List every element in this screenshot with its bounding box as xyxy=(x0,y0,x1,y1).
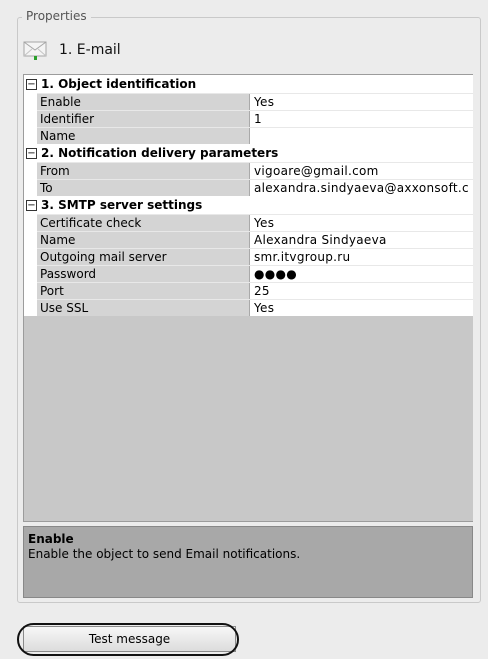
property-row-password[interactable]: Password ●●●● xyxy=(37,265,473,282)
property-value[interactable]: 25 xyxy=(249,283,473,299)
property-name: Name xyxy=(37,128,249,144)
section-title: 3. SMTP server settings xyxy=(41,198,203,212)
property-row-enable[interactable]: Enable Yes xyxy=(37,93,473,110)
property-value[interactable]: Yes xyxy=(249,94,473,110)
property-name: Enable xyxy=(37,94,249,110)
section-title: 1. Object identification xyxy=(41,77,197,91)
property-value[interactable]: vigoare@gmail.com xyxy=(249,163,473,179)
section-object-identification[interactable]: − 1. Object identification xyxy=(24,75,473,93)
property-row-to[interactable]: To alexandra.sindyaeva@axxonsoft.c xyxy=(37,179,473,196)
property-value[interactable]: smr.itvgroup.ru xyxy=(249,249,473,265)
property-name: Outgoing mail server xyxy=(37,249,249,265)
property-grid[interactable]: − 1. Object identification Enable Yes Id… xyxy=(23,74,473,522)
property-name: Port xyxy=(37,283,249,299)
property-row-certificate-check[interactable]: Certificate check Yes xyxy=(37,214,473,231)
collapse-icon[interactable]: − xyxy=(26,78,37,90)
property-row-use-ssl[interactable]: Use SSL Yes xyxy=(37,299,473,316)
collapse-icon[interactable]: − xyxy=(26,147,37,159)
property-name: Identifier xyxy=(37,111,249,127)
section-smtp-settings[interactable]: − 3. SMTP server settings xyxy=(24,196,473,214)
section-title: 2. Notification delivery parameters xyxy=(41,146,279,160)
property-value[interactable]: Alexandra Sindyaeva xyxy=(249,232,473,248)
property-name: Use SSL xyxy=(37,300,249,316)
property-name: Certificate check xyxy=(37,215,249,231)
property-value[interactable]: alexandra.sindyaeva@axxonsoft.c xyxy=(249,180,473,196)
property-row-outgoing-mail-server[interactable]: Outgoing mail server smr.itvgroup.ru xyxy=(37,248,473,265)
collapse-icon[interactable]: − xyxy=(26,199,37,211)
property-value[interactable]: 1 xyxy=(249,111,473,127)
description-text: Enable the object to send Email notifica… xyxy=(28,547,301,561)
property-row-identifier[interactable]: Identifier 1 xyxy=(37,110,473,127)
property-value[interactable]: ●●●● xyxy=(249,266,473,282)
test-message-button[interactable]: Test message xyxy=(23,626,236,652)
envelope-icon xyxy=(23,39,49,61)
description-panel: Enable Enable the object to send Email n… xyxy=(23,526,473,598)
description-title: Enable xyxy=(28,532,74,546)
property-name: Password xyxy=(37,266,249,282)
property-row-from[interactable]: From vigoare@gmail.com xyxy=(37,162,473,179)
property-row-name[interactable]: Name xyxy=(37,127,473,144)
object-header: 1. E-mail xyxy=(23,38,121,62)
property-name: Name xyxy=(37,232,249,248)
section-notification-delivery[interactable]: − 2. Notification delivery parameters xyxy=(24,144,473,162)
property-value[interactable]: Yes xyxy=(249,300,473,316)
object-title: 1. E-mail xyxy=(59,42,121,58)
property-name: To xyxy=(37,180,249,196)
property-name: From xyxy=(37,163,249,179)
property-row-smtp-name[interactable]: Name Alexandra Sindyaeva xyxy=(37,231,473,248)
property-row-port[interactable]: Port 25 xyxy=(37,282,473,299)
properties-legend: Properties xyxy=(22,9,91,23)
property-value[interactable]: Yes xyxy=(249,215,473,231)
property-value[interactable] xyxy=(249,128,473,144)
